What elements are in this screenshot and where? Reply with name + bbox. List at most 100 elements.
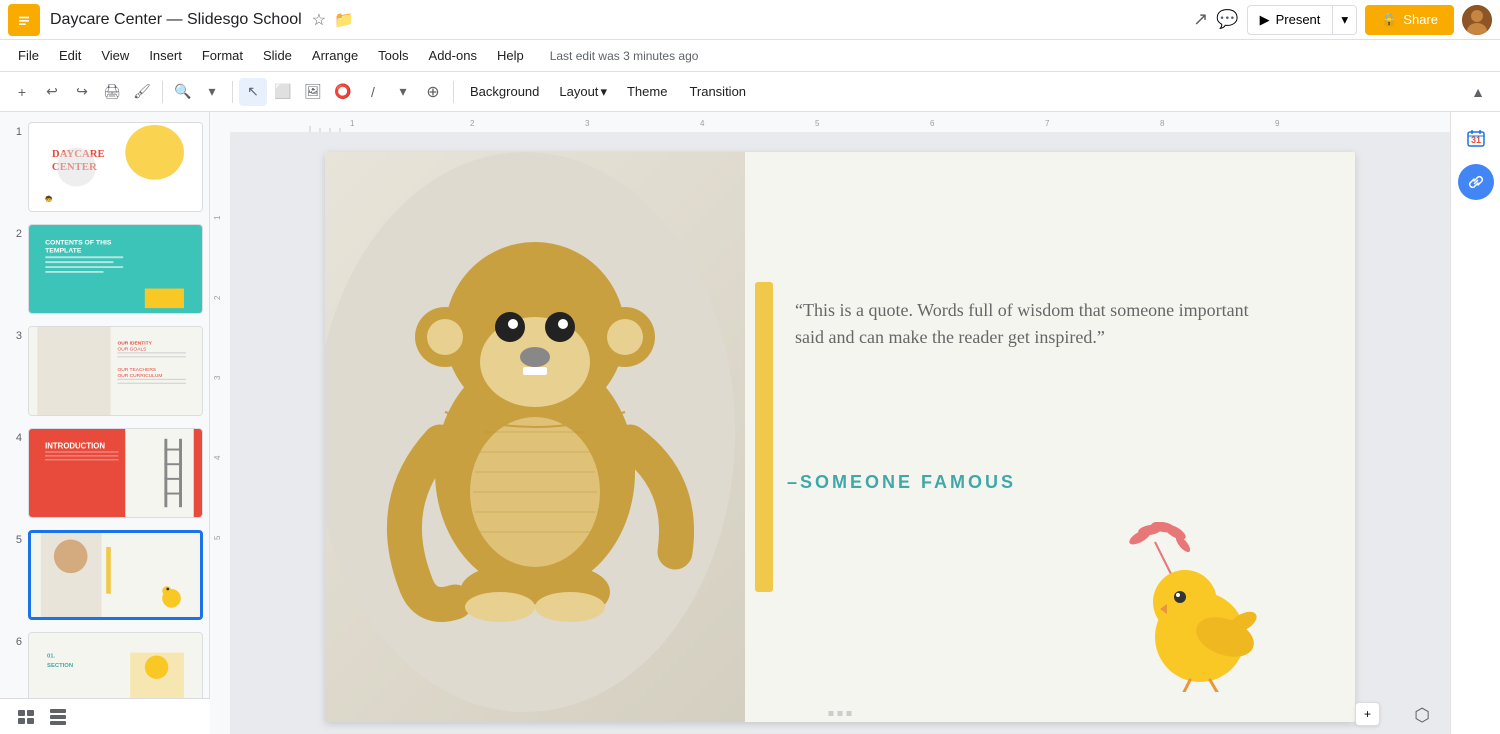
present-screen-icon: ▶ — [1260, 12, 1270, 28]
layout-button[interactable]: Layout ▾ — [551, 80, 615, 104]
transition-button[interactable]: Transition — [679, 80, 756, 103]
svg-text:4: 4 — [213, 455, 222, 460]
quote-text[interactable]: “This is a quote. Words full of wisdom t… — [795, 297, 1275, 351]
folder-icon[interactable]: 📁 — [334, 10, 354, 30]
paintformat-button[interactable]: 🖌 — [128, 78, 156, 106]
quote-yellow-bar — [755, 282, 773, 592]
svg-text:9: 9 — [1275, 119, 1280, 128]
slide-monkey-image — [325, 152, 745, 722]
slide-thumb-5[interactable]: 5 — [4, 528, 205, 622]
comment-icon[interactable]: 💬 — [1216, 9, 1238, 30]
user-avatar[interactable] — [1462, 5, 1492, 35]
menu-format[interactable]: Format — [192, 44, 253, 67]
svg-text:2: 2 — [213, 295, 222, 300]
slide-num-6: 6 — [6, 632, 22, 648]
quote-author[interactable]: –SOMEONE FAMOUS — [787, 472, 1016, 493]
link-icon[interactable] — [1458, 164, 1494, 200]
line-tool[interactable]: / — [359, 78, 387, 106]
add-button[interactable]: + — [8, 78, 36, 106]
ruler-vertical: 1 2 3 4 5 — [210, 132, 230, 734]
menu-slide[interactable]: Slide — [253, 44, 302, 67]
star-icon[interactable]: ☆ — [312, 10, 326, 30]
grid-view-button[interactable] — [44, 703, 72, 731]
plus-icon: + — [1364, 707, 1371, 721]
slide-img-3[interactable]: OUR IDENTITY OUR GOALS OUR TEACHERS OUR … — [28, 326, 203, 416]
svg-text:8: 8 — [1160, 119, 1165, 128]
ruler-horizontal: 1 2 3 4 5 6 7 8 9 — [210, 112, 1450, 132]
svg-text:3: 3 — [213, 375, 222, 380]
theme-button[interactable]: Theme — [617, 80, 677, 103]
slide-dots — [829, 711, 852, 716]
circle-tool[interactable]: ⭕ — [329, 78, 357, 106]
svg-text:5: 5 — [213, 535, 222, 540]
bottom-bar — [0, 698, 210, 734]
main-area: 1 DAYCARE CENTER 🧒 2 — [0, 112, 1500, 734]
svg-text:1: 1 — [350, 119, 355, 128]
activity-icon[interactable]: ↗ — [1193, 9, 1208, 30]
doc-title-area: Daycare Center — Slidesgo School ☆ 📁 — [50, 10, 1193, 30]
slide-num-3: 3 — [6, 326, 22, 342]
zoom-button[interactable]: 🔍 — [169, 78, 197, 106]
undo-button[interactable]: ↩ — [38, 78, 66, 106]
menu-insert[interactable]: Insert — [139, 44, 192, 67]
menu-tools[interactable]: Tools — [368, 44, 418, 67]
svg-text:01.: 01. — [47, 653, 56, 659]
doc-title[interactable]: Daycare Center — Slidesgo School — [50, 11, 302, 29]
slide-img-2[interactable]: CONTENTS OF THIS TEMPLATE — [28, 224, 203, 314]
slide-thumb-3[interactable]: 3 OUR IDENTITY OUR GOALS OUR TEACHERS OU… — [4, 324, 205, 418]
slide-num-5: 5 — [6, 530, 22, 546]
menu-file[interactable]: File — [8, 44, 49, 67]
svg-text:4: 4 — [700, 119, 705, 128]
svg-text:5: 5 — [815, 119, 820, 128]
menu-help[interactable]: Help — [487, 44, 534, 67]
expand-button[interactable]: ⬡ — [1414, 705, 1430, 726]
slide-img-5[interactable] — [28, 530, 203, 620]
slide-panel: 1 DAYCARE CENTER 🧒 2 — [0, 112, 210, 734]
slide-img-1[interactable]: DAYCARE CENTER 🧒 — [28, 122, 203, 212]
print-button[interactable]: 🖨 — [98, 78, 126, 106]
list-view-button[interactable] — [12, 703, 40, 731]
slide-num-2: 2 — [6, 224, 22, 240]
toolbar-divider-1 — [162, 81, 163, 103]
right-sidebar: 31 — [1450, 112, 1500, 734]
menu-bar: File Edit View Insert Format Slide Arran… — [0, 40, 1500, 72]
menu-view[interactable]: View — [91, 44, 139, 67]
collapse-toolbar-button[interactable]: ▲ — [1464, 78, 1492, 106]
svg-text:OUR TEACHERS: OUR TEACHERS — [117, 367, 156, 373]
menu-arrange[interactable]: Arrange — [302, 44, 368, 67]
image-tool[interactable]: 🖼 — [299, 78, 327, 106]
svg-text:CONTENTS OF THIS: CONTENTS OF THIS — [45, 240, 112, 247]
present-dropdown-button[interactable]: ▾ — [1333, 5, 1357, 35]
share-button[interactable]: 🔒 Share — [1365, 5, 1454, 35]
title-bar: Daycare Center — Slidesgo School ☆ 📁 ↗ 💬… — [0, 0, 1500, 40]
svg-text:2: 2 — [470, 119, 475, 128]
line-dropdown[interactable]: ▾ — [389, 78, 417, 106]
add-textbox-button[interactable]: ⊕ — [419, 78, 447, 106]
calendar-icon[interactable]: 31 — [1458, 120, 1494, 156]
slide-thumb-2[interactable]: 2 CONTENTS OF THIS TEMPLATE — [4, 222, 205, 316]
toolbar-divider-2 — [232, 81, 233, 103]
menu-addons[interactable]: Add-ons — [419, 44, 487, 67]
slide-canvas: “This is a quote. Words full of wisdom t… — [230, 132, 1450, 734]
svg-text:🧒: 🧒 — [45, 195, 53, 203]
slide-content[interactable]: “This is a quote. Words full of wisdom t… — [325, 152, 1355, 722]
svg-text:7: 7 — [1045, 119, 1050, 128]
slide-img-4[interactable]: INTRODUCTION — [28, 428, 203, 518]
zoom-dropdown[interactable]: ▾ — [198, 78, 226, 106]
present-button[interactable]: ▶ Present — [1247, 5, 1334, 35]
app-logo[interactable] — [8, 4, 40, 36]
svg-text:3: 3 — [585, 119, 590, 128]
zoom-group: 🔍 ▾ — [169, 78, 226, 106]
chick-illustration — [1095, 522, 1275, 692]
slide-thumb-4[interactable]: 4 INTRODUCTION — [4, 426, 205, 520]
redo-button[interactable]: ↪ — [68, 78, 96, 106]
add-to-slide-button[interactable]: + — [1355, 702, 1380, 726]
select-tool[interactable]: ↖ — [239, 78, 267, 106]
slide-thumb-1[interactable]: 1 DAYCARE CENTER 🧒 — [4, 120, 205, 214]
svg-text:OUR IDENTITY: OUR IDENTITY — [117, 341, 152, 347]
svg-text:SECTION: SECTION — [47, 663, 73, 669]
layout-dropdown-icon: ▾ — [600, 84, 607, 100]
menu-edit[interactable]: Edit — [49, 44, 91, 67]
background-button[interactable]: Background — [460, 80, 549, 103]
shape-tool[interactable]: ⬜ — [269, 78, 297, 106]
